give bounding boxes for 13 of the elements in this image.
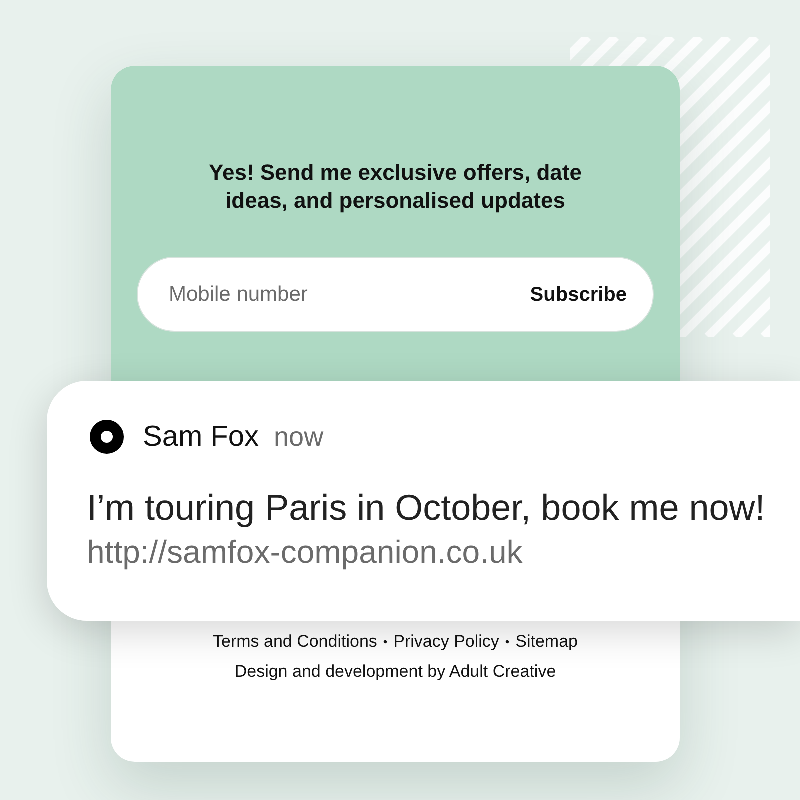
subscribe-button[interactable]: Subscribe [530, 283, 627, 307]
credit-text: Design and development by Adult Creative [234, 661, 556, 683]
separator-dot: • [505, 634, 510, 651]
sender-name: Sam Fox [143, 420, 260, 454]
footer-link[interactable]: Privacy Policy [394, 630, 500, 654]
signup-heading: Yes! Send me exclusive offers, date ideas, and personalised updates [208, 159, 583, 215]
timestamp: now [274, 421, 324, 454]
footer-link[interactable]: Sitemap [516, 630, 578, 654]
footer-link[interactable]: Terms and Conditions [212, 630, 378, 654]
ring-icon [90, 420, 124, 454]
message-text: I’m touring Paris in October, book me now! [87, 487, 766, 529]
separator-dot: • [383, 634, 388, 651]
url-text: http://samfox-companion.co.uk [87, 534, 524, 570]
